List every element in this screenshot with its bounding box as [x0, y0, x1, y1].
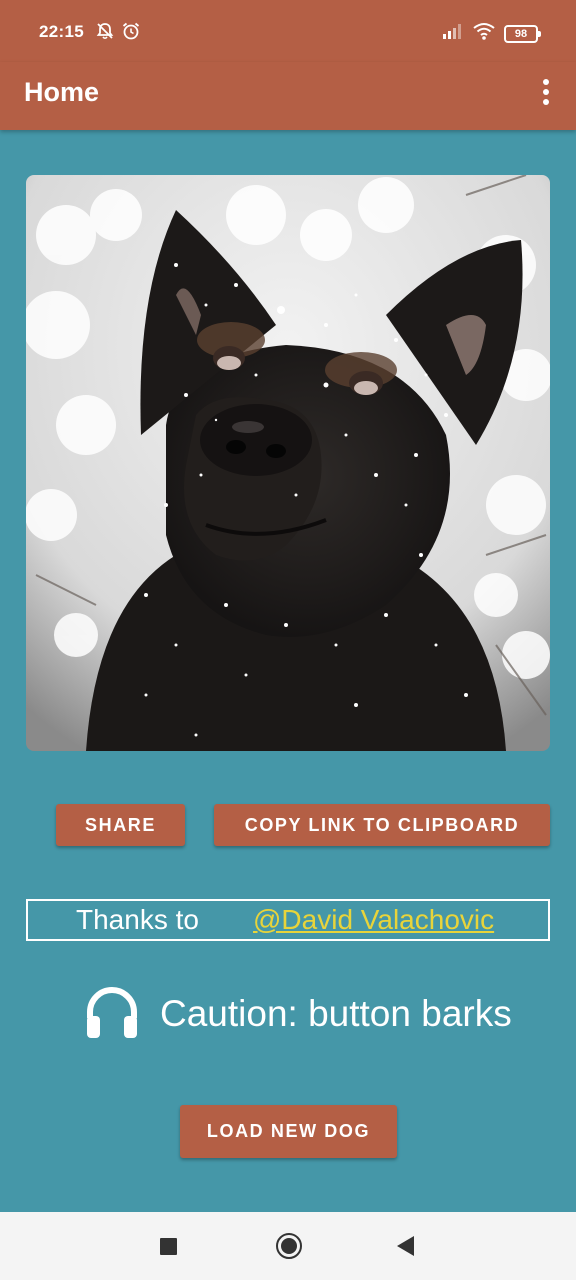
status-bar: 22:15 98 [0, 0, 576, 62]
wifi-icon [472, 21, 496, 46]
author-link[interactable]: @David Valachovic [253, 904, 494, 936]
home-icon[interactable] [276, 1233, 302, 1259]
status-icons-right: 98 [442, 21, 541, 46]
caution-text: Caution: button barks [160, 993, 512, 1034]
dog-photo [26, 175, 550, 751]
credit-box: Thanks to @David Valachovic [26, 899, 550, 941]
signal-icon [442, 22, 464, 45]
caution-row: Caution: button barks [84, 986, 512, 1042]
share-button[interactable]: SHARE [56, 804, 185, 846]
app-bar: Home [0, 62, 576, 130]
muted-bell-icon [95, 21, 115, 46]
status-time: 22:15 [39, 22, 84, 41]
app-title: Home [24, 77, 100, 107]
battery-icon: 98 [504, 24, 541, 43]
more-vert-icon[interactable] [536, 76, 556, 108]
back-icon[interactable] [397, 1236, 414, 1256]
status-icons-left [95, 21, 141, 46]
copy-link-button[interactable]: COPY LINK TO CLIPBOARD [214, 804, 550, 846]
recents-icon[interactable] [160, 1238, 177, 1255]
headphones-icon [84, 984, 140, 1045]
load-new-dog-button[interactable]: LOAD NEW DOG [180, 1105, 397, 1158]
credit-label: Thanks to [76, 904, 199, 935]
alarm-icon [121, 21, 141, 46]
